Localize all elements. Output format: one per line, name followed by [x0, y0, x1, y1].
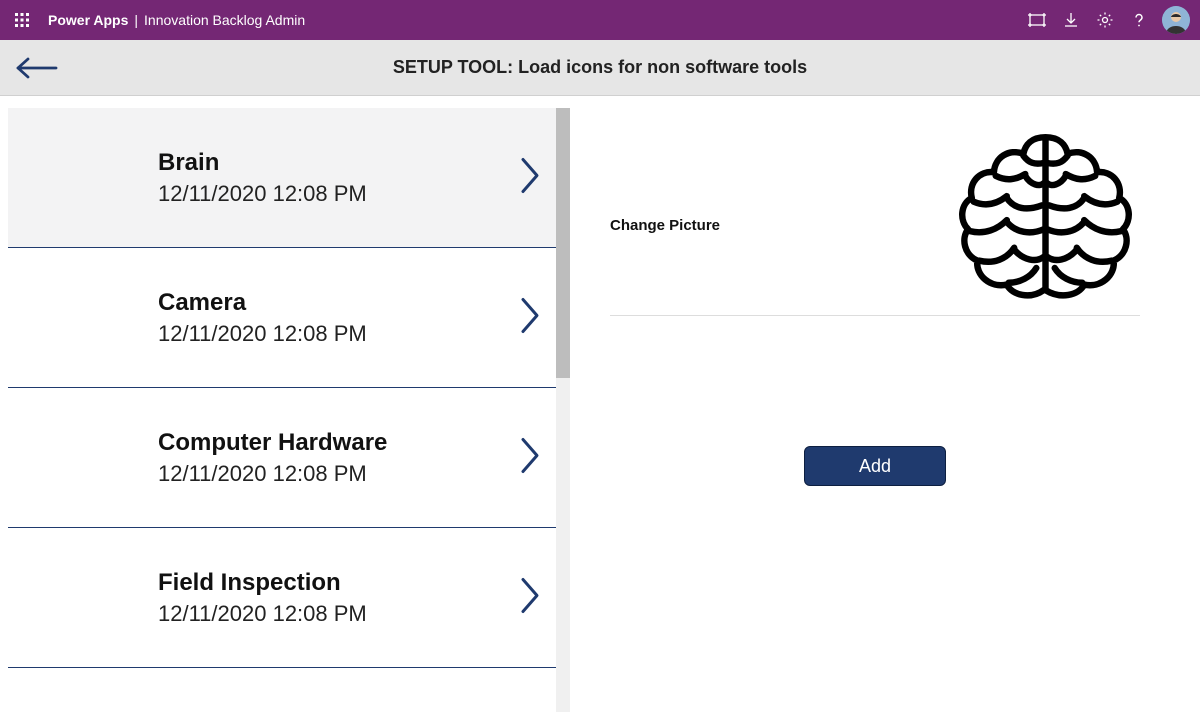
- list-item[interactable]: Brain 12/11/2020 12:08 PM: [8, 108, 558, 248]
- content-area: Brain 12/11/2020 12:08 PM Camera 12/11/2020…: [0, 96, 1200, 712]
- list-item-date: 12/11/2020 12:08 PM: [158, 321, 367, 347]
- brand-divider: |: [134, 12, 138, 28]
- page-sub-header: SETUP TOOL: Load icons for non software …: [0, 40, 1200, 96]
- brand-label: Power Apps: [48, 12, 128, 28]
- detail-pane: Change Picture: [570, 96, 1200, 712]
- chevron-right-icon: [520, 436, 540, 479]
- list-scrollbar[interactable]: [556, 108, 570, 712]
- list-item-date: 12/11/2020 12:08 PM: [158, 461, 387, 487]
- change-picture-label: Change Picture: [610, 217, 720, 234]
- list-item-date: 12/11/2020 12:08 PM: [158, 601, 367, 627]
- list-scrollbar-thumb[interactable]: [556, 108, 570, 378]
- app-launcher-icon[interactable]: [10, 8, 34, 32]
- user-avatar[interactable]: [1162, 6, 1190, 34]
- list-item[interactable]: Camera 12/11/2020 12:08 PM: [8, 248, 558, 388]
- page-title: SETUP TOOL: Load icons for non software …: [0, 57, 1200, 78]
- chevron-right-icon: [520, 296, 540, 339]
- list-item[interactable]: Computer Hardware 12/11/2020 12:08 PM: [8, 388, 558, 528]
- help-icon[interactable]: [1122, 0, 1156, 40]
- chevron-right-icon: [520, 156, 540, 199]
- list-item-name: Computer Hardware: [158, 429, 387, 457]
- list-item-date: 12/11/2020 12:08 PM: [158, 181, 367, 207]
- settings-gear-icon[interactable]: [1088, 0, 1122, 40]
- brain-icon: [950, 126, 1140, 306]
- list-item-name: Field Inspection: [158, 569, 367, 597]
- add-button[interactable]: Add: [804, 446, 946, 486]
- list-pane: Brain 12/11/2020 12:08 PM Camera 12/11/2020…: [0, 96, 570, 712]
- app-top-bar: Power Apps | Innovation Backlog Admin: [0, 0, 1200, 40]
- chevron-right-icon: [520, 576, 540, 619]
- fit-to-screen-icon[interactable]: [1020, 0, 1054, 40]
- list-item-name: Camera: [158, 289, 367, 317]
- icon-list: Brain 12/11/2020 12:08 PM Camera 12/11/2020…: [8, 108, 558, 668]
- app-name-label: Innovation Backlog Admin: [144, 12, 305, 28]
- list-item[interactable]: Field Inspection 12/11/2020 12:08 PM: [8, 528, 558, 668]
- list-item-name: Brain: [158, 149, 367, 177]
- back-arrow-icon[interactable]: [14, 55, 58, 81]
- download-icon[interactable]: [1054, 0, 1088, 40]
- change-picture-row[interactable]: Change Picture: [610, 116, 1140, 316]
